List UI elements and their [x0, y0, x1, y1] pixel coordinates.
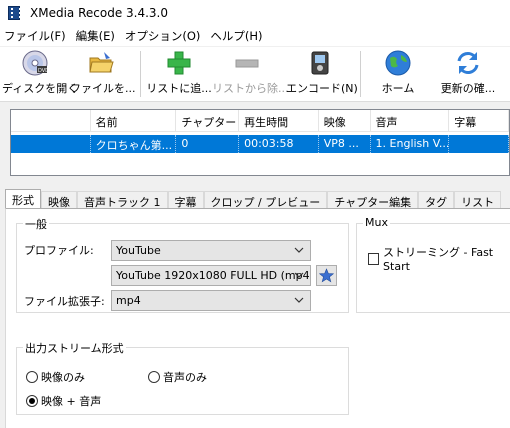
- column-name[interactable]: 名前: [91, 110, 177, 131]
- extension-select[interactable]: mp4: [111, 290, 311, 311]
- list-header: 名前 チャプター 再生時間 映像 音声 字幕: [11, 110, 509, 132]
- add-to-list-label: リストに追...: [146, 82, 212, 95]
- column-chapter[interactable]: チャプター: [176, 110, 240, 131]
- row-duration: 00:03:58: [239, 135, 319, 153]
- encode-icon: [311, 51, 329, 75]
- open-disc-label: ディスクを開く: [2, 82, 79, 95]
- column-audio[interactable]: 音声: [371, 110, 450, 131]
- audio-only-label: 音声のみ: [163, 371, 207, 384]
- open-file-label: ファイルを...: [70, 82, 136, 95]
- radio-circle[interactable]: [148, 371, 160, 383]
- preset-select[interactable]: YouTube 1920x1080 FULL HD (mp4): [111, 265, 311, 286]
- plus-icon: [167, 51, 191, 75]
- column-video[interactable]: 映像: [319, 110, 371, 131]
- encode-label: エンコード(N): [286, 82, 358, 95]
- home-button[interactable]: ホーム: [370, 49, 426, 99]
- row-name: クロちゃん第...: [91, 135, 177, 153]
- row-subtitle: [449, 135, 509, 153]
- format-panel: 一般 プロファイル: YouTube YouTube 1920x1080 FUL…: [5, 208, 510, 428]
- menu-bar: ファイル(F) 編集(E) オプション(O) ヘルプ(H): [0, 26, 510, 46]
- streaming-fast-start-label: ストリーミング - Fast Start: [383, 246, 494, 273]
- chevron-down-icon: [294, 244, 304, 259]
- minus-icon: [235, 59, 259, 68]
- general-group-title: 一般: [23, 216, 49, 232]
- menu-edit[interactable]: 編集(E): [71, 28, 120, 44]
- column-blank[interactable]: [11, 110, 91, 131]
- profile-value: YouTube: [116, 244, 161, 257]
- table-row[interactable]: クロちゃん第... 0 00:03:58 VP8 ... 1. English …: [11, 135, 509, 153]
- svg-text:DVD: DVD: [38, 68, 49, 74]
- remove-from-list-label: リストから除...: [212, 82, 289, 95]
- tab-subtitle[interactable]: 字幕: [167, 191, 204, 209]
- window-title: XMedia Recode 3.4.3.0: [30, 6, 168, 20]
- checkbox-box[interactable]: [368, 252, 380, 265]
- globe-icon: [385, 50, 411, 76]
- chevron-down-icon: [294, 294, 304, 309]
- output-stream-group-title: 出力ストリーム形式: [23, 340, 126, 356]
- extension-value: mp4: [116, 294, 141, 307]
- menu-help[interactable]: ヘルプ(H): [205, 28, 267, 44]
- toolbar: DVD ディスクを開く ファイルを... リストに追... リストから除... …: [0, 47, 510, 102]
- streaming-fast-start-checkbox[interactable]: ストリーミング - Fast Start: [368, 244, 510, 273]
- encode-button[interactable]: エンコード(N): [286, 49, 358, 99]
- tab-tags[interactable]: タグ: [418, 191, 455, 209]
- column-duration[interactable]: 再生時間: [239, 110, 319, 131]
- tab-crop-preview[interactable]: クロップ / プレビュー: [203, 191, 328, 209]
- tab-video[interactable]: 映像: [41, 191, 77, 209]
- video-only-radio[interactable]: 映像のみ: [26, 369, 85, 385]
- extension-label: ファイル拡張子:: [24, 295, 105, 308]
- tab-list[interactable]: リスト: [454, 191, 502, 209]
- film-icon: [8, 6, 21, 20]
- row-video: VP8 ...: [319, 135, 371, 153]
- video-only-label: 映像のみ: [41, 371, 85, 384]
- open-disc-button[interactable]: DVD ディスクを開く: [2, 49, 79, 99]
- disc-icon: DVD: [22, 50, 49, 76]
- remove-from-list-button[interactable]: リストから除...: [212, 49, 289, 99]
- tab-audio-track-1[interactable]: 音声トラック 1: [77, 191, 168, 209]
- radio-circle[interactable]: [26, 395, 38, 407]
- row-chapter: 0: [176, 135, 240, 153]
- check-update-label: 更新の確...: [440, 82, 496, 95]
- profile-label: プロファイル:: [24, 244, 94, 257]
- folder-icon: [89, 52, 114, 73]
- chevron-down-icon: [294, 269, 304, 284]
- tab-format[interactable]: 形式: [5, 189, 41, 209]
- video-audio-radio[interactable]: 映像 + 音声: [26, 393, 101, 409]
- column-subtitle[interactable]: 字幕: [449, 110, 509, 131]
- open-file-button[interactable]: ファイルを...: [70, 49, 136, 99]
- title-bar: XMedia Recode 3.4.3.0: [0, 0, 510, 26]
- profile-select[interactable]: YouTube: [111, 240, 311, 261]
- menu-file[interactable]: ファイル(F): [0, 28, 71, 44]
- home-label: ホーム: [381, 82, 415, 95]
- favorite-star-button[interactable]: [316, 265, 337, 286]
- radio-circle[interactable]: [26, 371, 38, 383]
- toolbar-separator: [140, 51, 141, 97]
- file-list[interactable]: 名前 チャプター 再生時間 映像 音声 字幕 クロちゃん第... 0 00:03…: [10, 109, 510, 176]
- refresh-icon: [457, 52, 479, 74]
- row-blank: [11, 135, 91, 153]
- audio-only-radio[interactable]: 音声のみ: [148, 369, 207, 385]
- add-to-list-button[interactable]: リストに追...: [146, 49, 212, 99]
- settings-tabs: 形式 映像 音声トラック 1 字幕 クロップ / プレビュー チャプター編集 タ…: [5, 189, 502, 209]
- mux-group-title: Mux: [363, 216, 390, 229]
- check-update-button[interactable]: 更新の確...: [432, 49, 504, 99]
- star-icon: [319, 268, 334, 283]
- toolbar-separator: [360, 51, 361, 97]
- video-audio-label: 映像 + 音声: [41, 395, 102, 408]
- menu-options[interactable]: オプション(O): [120, 28, 206, 44]
- preset-value: YouTube 1920x1080 FULL HD (mp4): [116, 269, 311, 282]
- tab-chapter-edit[interactable]: チャプター編集: [327, 191, 419, 209]
- row-audio: 1. English V...: [371, 135, 450, 153]
